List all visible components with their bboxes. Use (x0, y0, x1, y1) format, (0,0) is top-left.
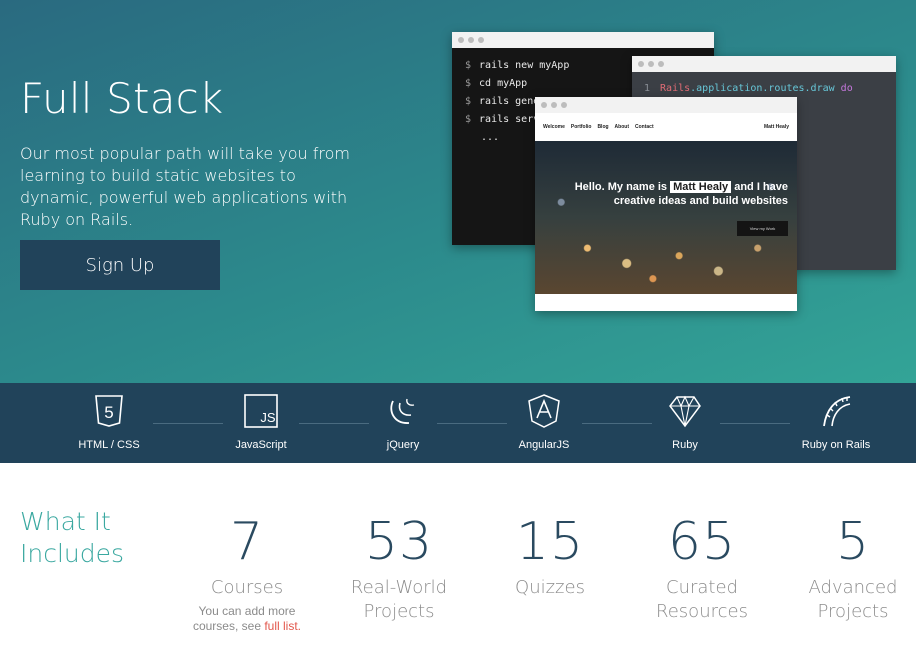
window-dot-icon (551, 102, 557, 108)
window-dot-icon (561, 102, 567, 108)
window-dot-icon (658, 61, 664, 67)
hero-section: Full Stack Our most popular path will ta… (0, 0, 916, 383)
html5-icon: 5 (95, 395, 123, 427)
window-dot-icon (541, 102, 547, 108)
path-item-ruby[interactable]: Ruby (630, 383, 740, 463)
full-list-link[interactable]: full list. (264, 619, 301, 633)
window-titlebar (632, 56, 896, 72)
window-titlebar (535, 97, 797, 113)
window-titlebar (452, 32, 714, 48)
stat-label: Advanced Projects (808, 577, 898, 622)
stat-quizzes: 15 Quizzes (480, 510, 620, 600)
path-item-jquery[interactable]: jQuery (348, 383, 458, 463)
stat-resources: 65 Curated Resources (632, 510, 772, 624)
path-item-label: JavaScript (235, 439, 287, 451)
path-item-javascript[interactable]: JS JavaScript (206, 383, 316, 463)
stat-note: You can add more courses, see full list. (192, 604, 302, 633)
ruby-gem-icon (669, 395, 701, 428)
path-item-label: jQuery (386, 439, 420, 451)
page-title: Full Stack (20, 74, 224, 123)
window-dot-icon (648, 61, 654, 67)
site-mock-headline: Hello. My name is Matt Healy and I have … (574, 181, 788, 207)
stat-label: Quizzes (515, 577, 585, 598)
path-item-angularjs[interactable]: AngularJS (489, 383, 599, 463)
window-dot-icon (468, 37, 474, 43)
stat-label: Courses (210, 577, 284, 598)
svg-text:5: 5 (104, 403, 113, 422)
city-lights-photo: Hello. My name is Matt Healy and I have … (535, 141, 797, 294)
window-dot-icon (478, 37, 484, 43)
stat-advanced-projects: 5 Advanced Projects (783, 510, 916, 624)
stat-value: 65 (667, 512, 737, 572)
path-item-label: HTML / CSS (78, 439, 140, 451)
stat-value: 15 (515, 512, 585, 572)
includes-heading: What It Includes (20, 507, 125, 568)
javascript-icon: JS (244, 394, 278, 428)
window-dot-icon (458, 37, 464, 43)
stat-label: Real-World Projects (350, 577, 448, 622)
website-preview-illustration: Welcome Portfolio Blog About Contact Mat… (535, 97, 797, 311)
jquery-icon (390, 398, 415, 424)
site-mock-cta: View my Work (737, 221, 788, 236)
stat-courses: 7 Courses You can add more courses, see … (177, 510, 317, 634)
path-item-label: Ruby (672, 439, 698, 451)
stat-value: 53 (364, 512, 434, 572)
angularjs-icon (528, 394, 560, 428)
stat-label: Curated Resources (656, 577, 748, 622)
rails-icon (823, 396, 851, 427)
learning-path-bar: 5 HTML / CSS JS JavaScript jQuery Angula… (0, 383, 916, 463)
stat-value: 5 (835, 512, 871, 572)
path-item-html-css[interactable]: 5 HTML / CSS (54, 383, 164, 463)
svg-text:JS: JS (260, 410, 276, 425)
site-mock-nav: Welcome Portfolio Blog About Contact Mat… (535, 113, 797, 141)
hero-description: Our most popular path will take you from… (20, 144, 351, 229)
window-dot-icon (638, 61, 644, 67)
code-line: 1 Rails.application.routes.draw do (644, 83, 853, 94)
path-item-label: AngularJS (518, 439, 570, 451)
stat-projects: 53 Real-World Projects (329, 510, 469, 624)
path-item-label: Ruby on Rails (801, 439, 871, 451)
sign-up-button[interactable]: Sign Up (20, 240, 220, 290)
stat-value: 7 (229, 512, 265, 572)
path-item-ruby-on-rails[interactable]: Ruby on Rails (781, 383, 891, 463)
